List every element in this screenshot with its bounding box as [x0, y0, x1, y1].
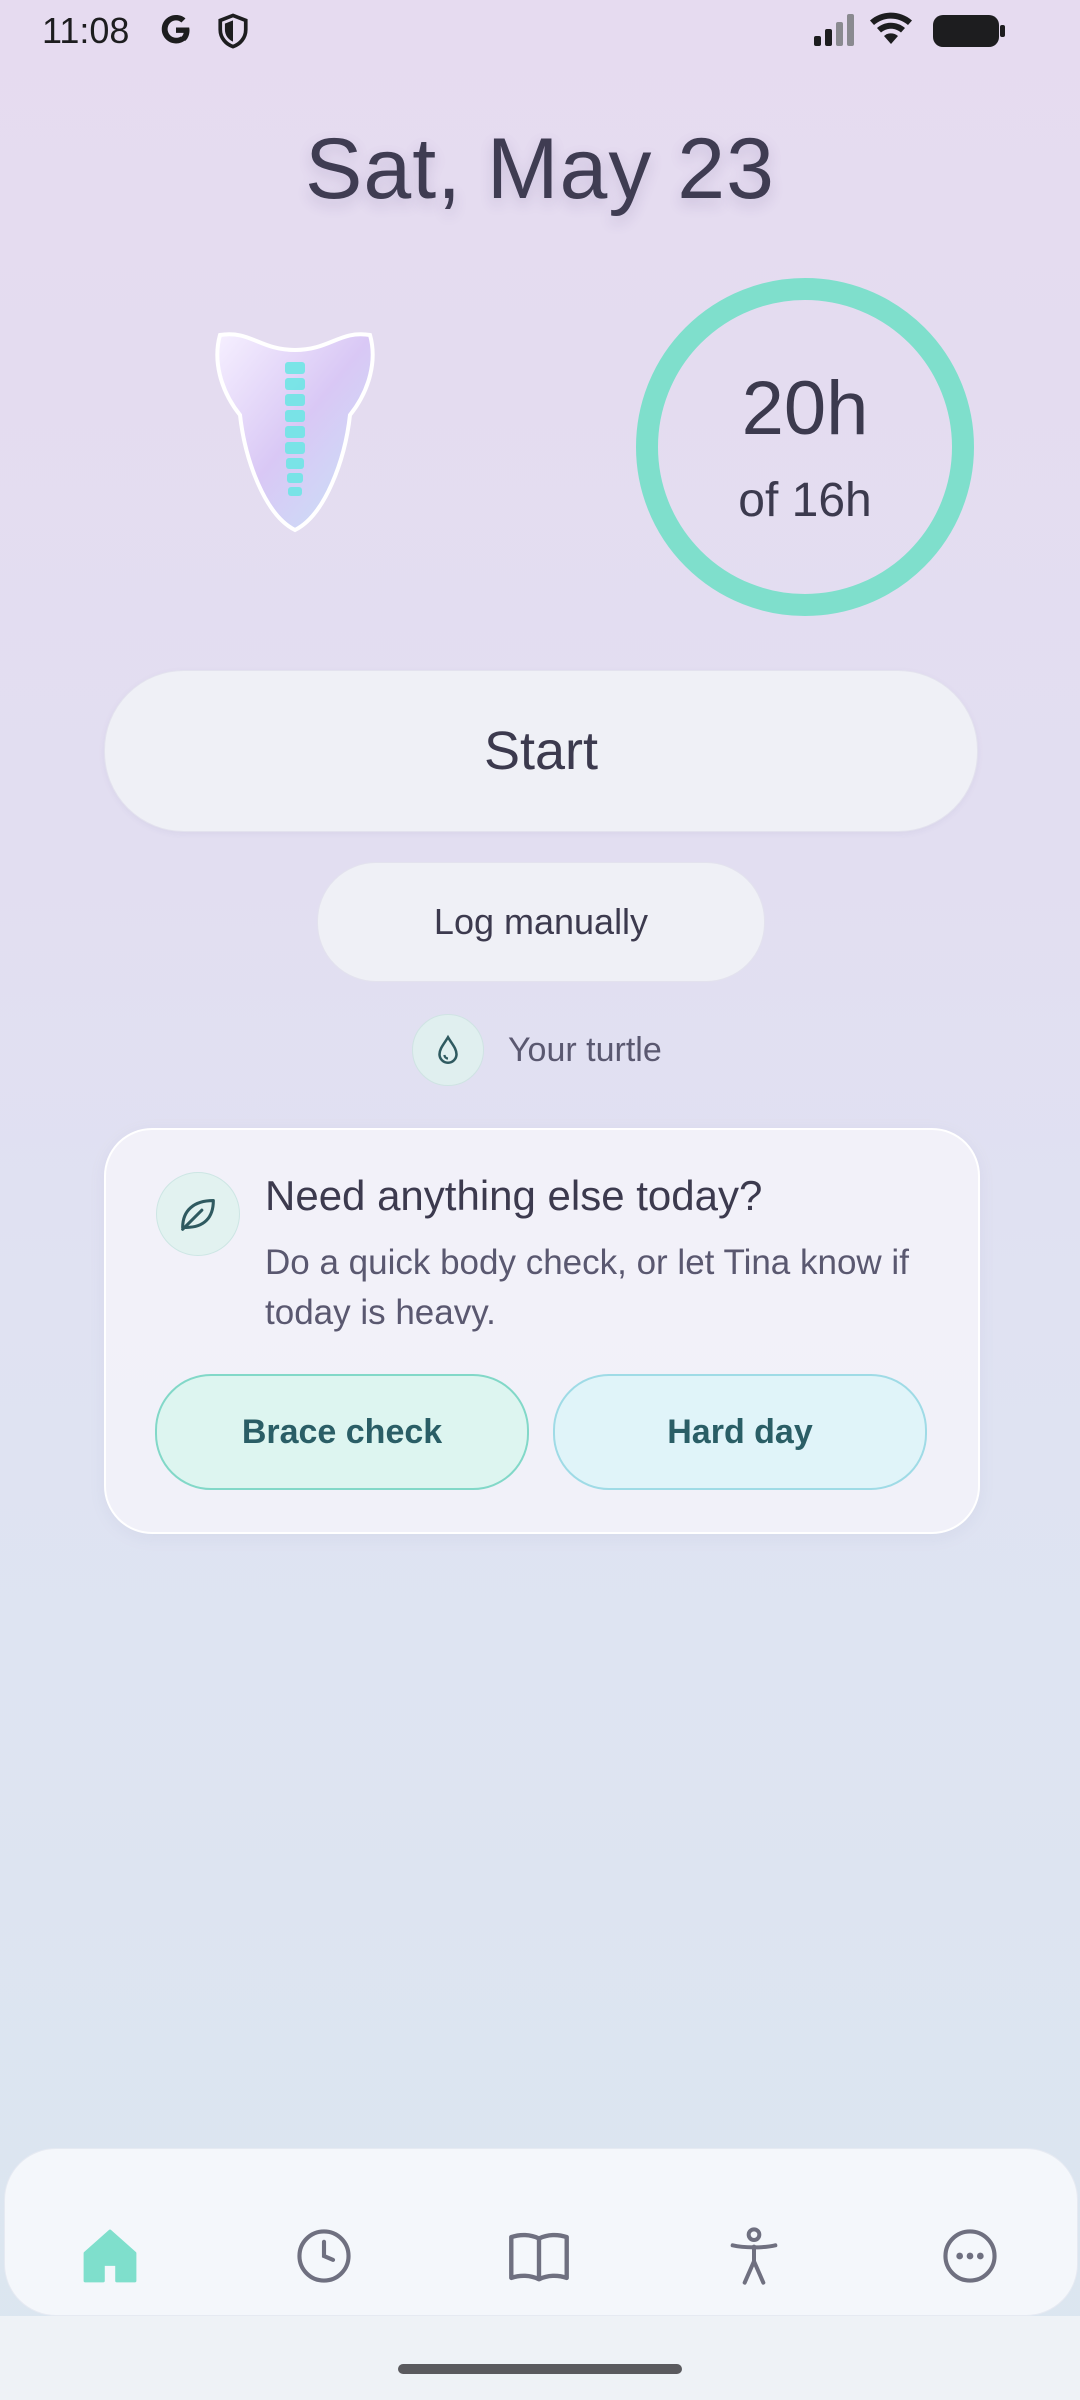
nav-learn[interactable]: [499, 2216, 579, 2296]
brace-illustration: [215, 332, 375, 533]
nav-more[interactable]: [930, 2216, 1010, 2296]
page-title: Sat, May 23: [305, 121, 775, 217]
card-title: Need anything else today?: [265, 1172, 763, 1219]
water-drop-icon: [412, 1014, 484, 1086]
home-indicator[interactable]: [398, 2364, 682, 2374]
wifi-icon: [870, 12, 912, 44]
shield-icon: [218, 13, 248, 49]
nav-exercises[interactable]: [714, 2216, 794, 2296]
your-turtle-label: Your turtle: [508, 1030, 662, 1069]
home-icon: [83, 2229, 137, 2283]
nav-home[interactable]: [70, 2216, 150, 2296]
more-icon: [943, 2229, 997, 2283]
brace-check-button[interactable]: Brace check: [155, 1374, 529, 1490]
hours-goal: of 16h: [738, 474, 872, 527]
nav-history[interactable]: [284, 2216, 364, 2296]
google-g-icon: [161, 15, 190, 44]
start-button[interactable]: Start: [104, 670, 978, 832]
your-turtle-link[interactable]: Your turtle: [412, 1014, 662, 1086]
body-icon: [730, 2227, 778, 2285]
signal-icon: [814, 14, 854, 46]
battery-icon: [933, 15, 1005, 47]
card-body: Do a quick body check, or let Tina know …: [265, 1243, 909, 1332]
clock-icon: [297, 2229, 351, 2283]
gesture-area: [0, 2316, 1080, 2400]
status-time: 11:08: [42, 10, 130, 51]
book-icon: [509, 2232, 569, 2282]
hard-day-button[interactable]: Hard day: [553, 1374, 927, 1490]
leaf-icon: [156, 1172, 240, 1256]
log-manually-button[interactable]: Log manually: [317, 862, 765, 982]
hours-worn: 20h: [741, 366, 869, 451]
